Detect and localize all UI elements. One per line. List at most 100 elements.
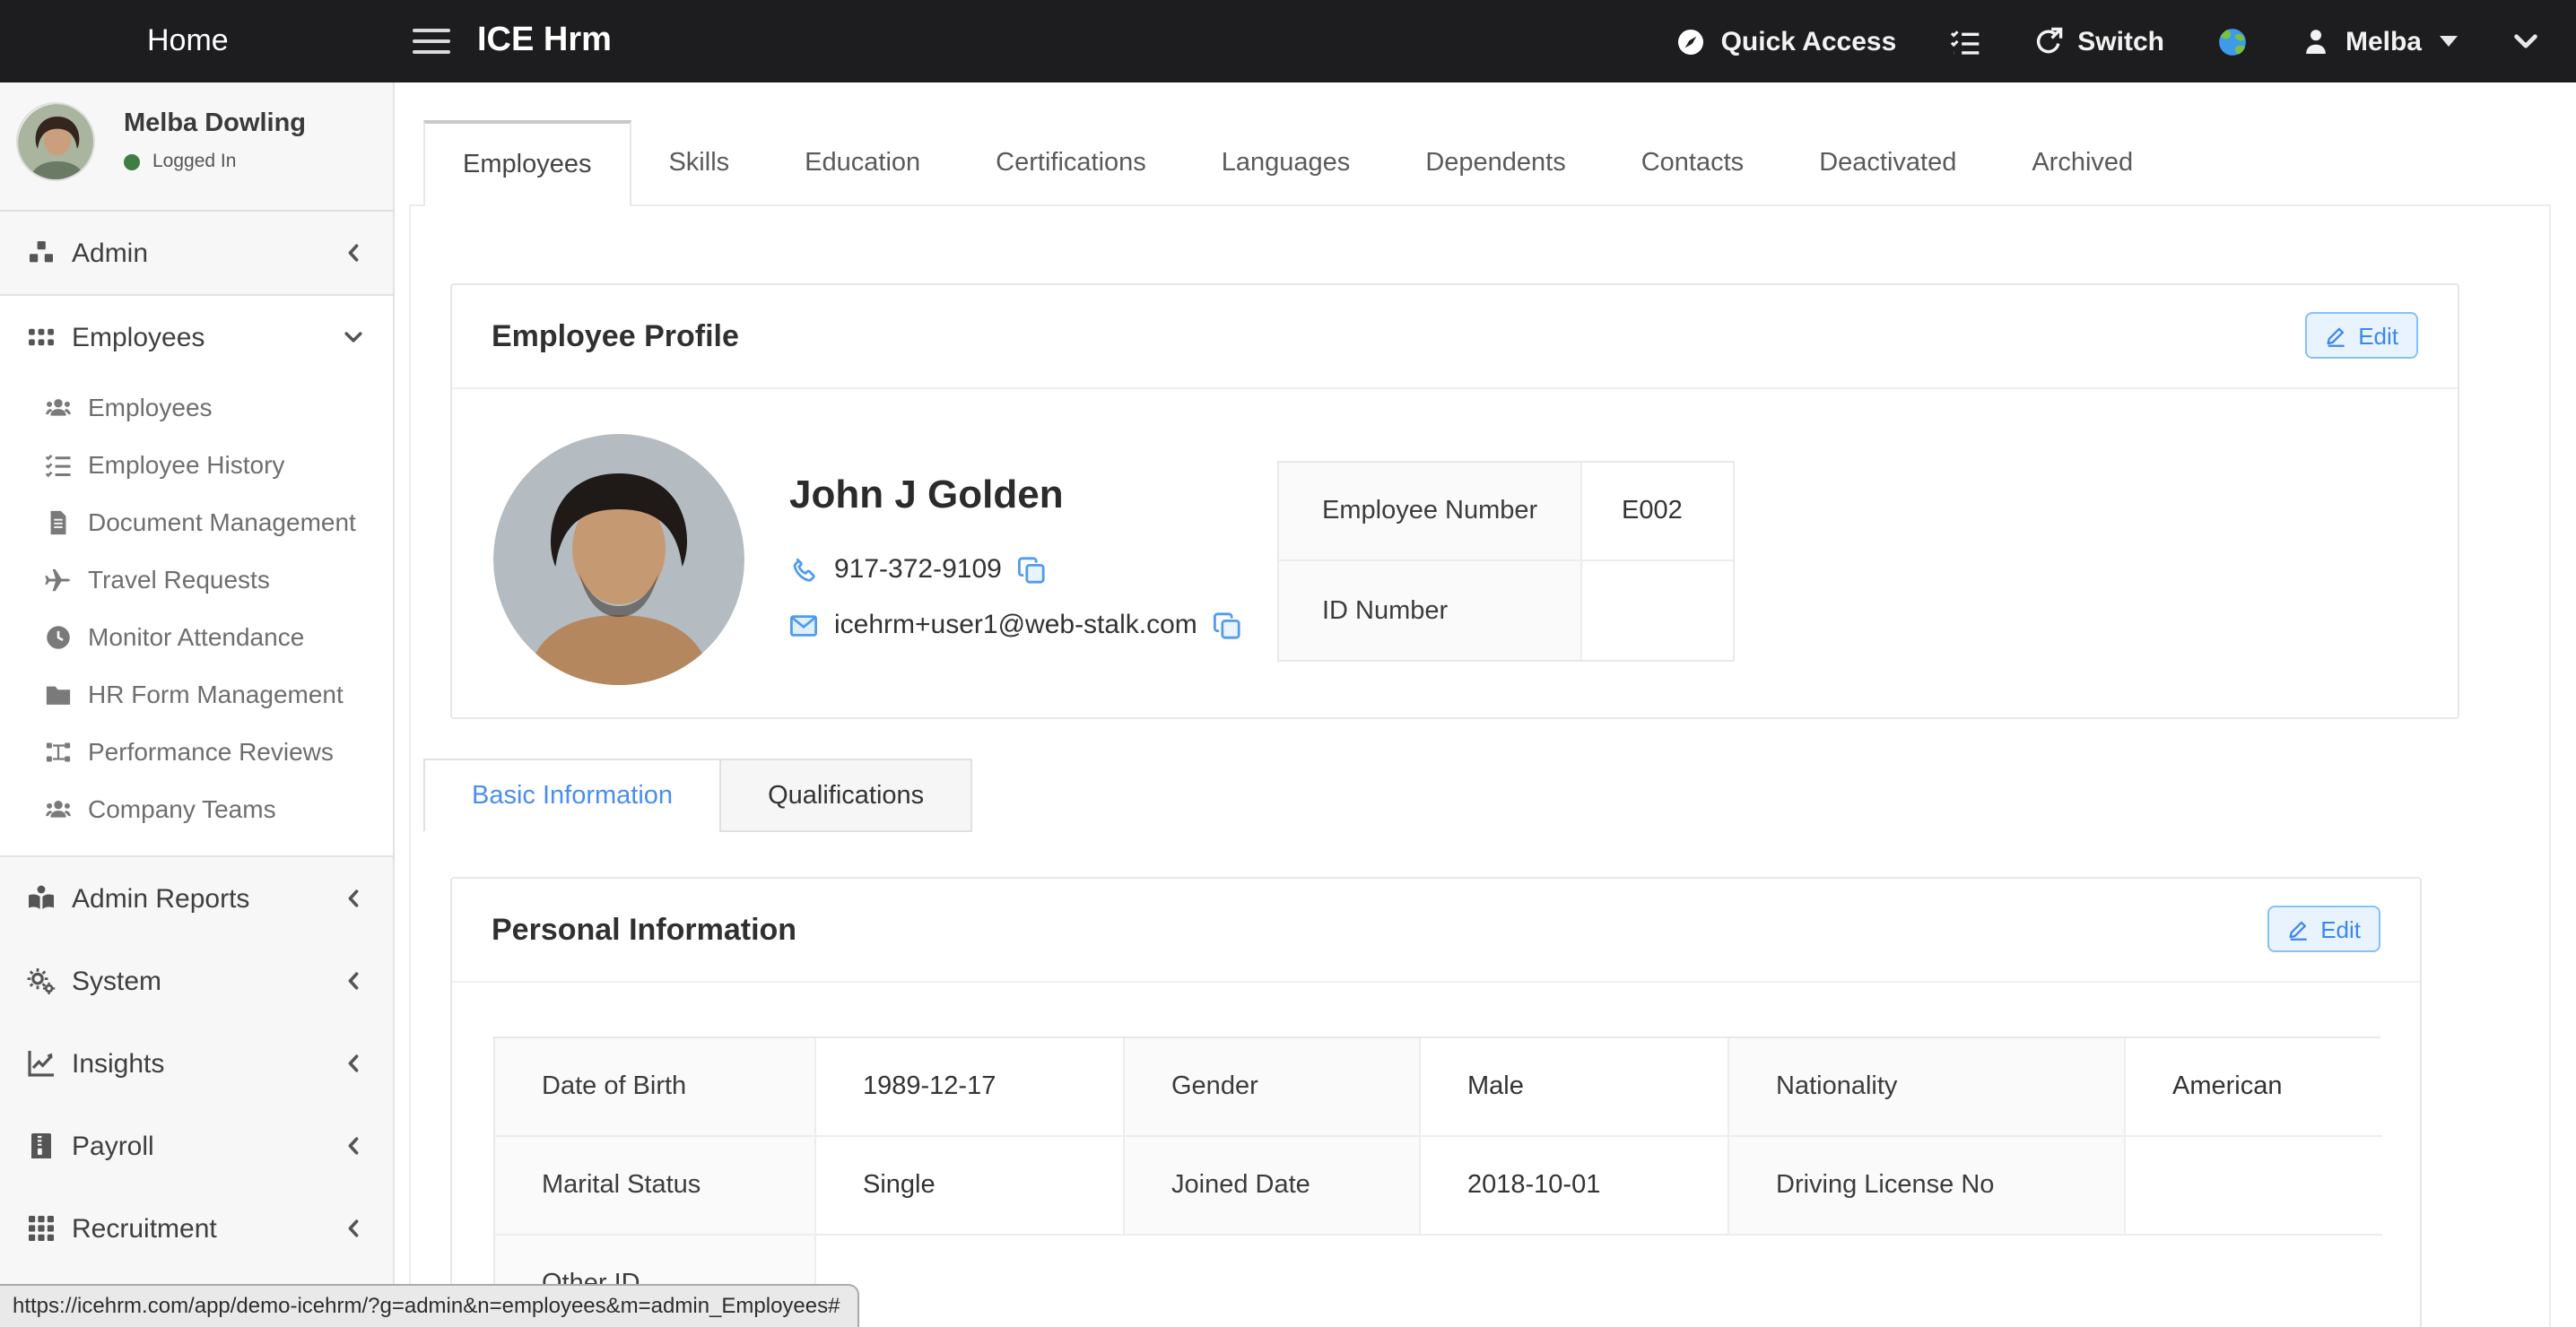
user-menu-label: Melba — [2345, 26, 2422, 56]
personal-edit-button[interactable]: Edit — [2267, 906, 2380, 952]
sidebar-group-employees: Employees Employees Employee History Doc… — [0, 294, 393, 857]
email-row: icehrm+user1@web-stalk.com — [789, 610, 1242, 640]
reports-icon — [27, 884, 56, 913]
caret-down-icon — [2440, 36, 2458, 47]
insights-chart-icon — [27, 1049, 56, 1078]
chevron-left-icon — [343, 888, 364, 909]
language-globe-button[interactable] — [2218, 26, 2249, 56]
sidebar-item-employees[interactable]: Employees — [0, 296, 393, 378]
profile-edit-button[interactable]: Edit — [2304, 312, 2418, 359]
tab-education[interactable]: Education — [767, 120, 958, 206]
pencil-icon — [2324, 324, 2347, 347]
tab-certifications[interactable]: Certifications — [958, 120, 1184, 206]
sidebar-subitem-document-management[interactable]: Document Management — [0, 493, 393, 551]
sidebar-item-label: Admin — [72, 238, 148, 268]
hamburger-menu-icon[interactable] — [413, 29, 450, 55]
icehrm-app: Home ICE Hrm Quick Access Switch Melba — [0, 0, 2576, 1327]
app-brand[interactable]: ICE Hrm — [477, 0, 612, 82]
home-link[interactable]: Home — [147, 0, 229, 82]
tab-skills[interactable]: Skills — [631, 120, 767, 206]
topbar-actions: Quick Access Switch Melba — [1676, 0, 2540, 82]
table-label: Driving License No — [1729, 1137, 2126, 1236]
employee-id-table: Employee Number E002 ID Number — [1277, 461, 1735, 662]
task-list-icon — [1950, 26, 1980, 56]
payroll-file-icon — [27, 1132, 56, 1160]
table-label: Nationality — [1729, 1038, 2126, 1137]
tab-qualifications[interactable]: Qualifications — [719, 759, 972, 832]
subitem-label: Performance Reviews — [88, 737, 334, 766]
tab-archived[interactable]: Archived — [1994, 120, 2171, 206]
clock-icon — [45, 623, 72, 650]
login-status: Logged In — [124, 151, 236, 172]
employee-profile-header: Employee Profile Edit — [452, 285, 2458, 389]
team-icon — [45, 394, 72, 421]
topbar: Home ICE Hrm Quick Access Switch Melba — [0, 0, 2576, 82]
table-value — [816, 1236, 2382, 1327]
sidebar-item-label: Employees — [72, 322, 205, 352]
table-value: 2018-10-01 — [1421, 1137, 1729, 1236]
field-value — [1582, 561, 1733, 660]
sidebar-item-label: Recruitment — [72, 1213, 217, 1244]
field-label: ID Number — [1279, 561, 1582, 660]
sidebar-item-payroll[interactable]: Payroll — [0, 1105, 393, 1187]
chevron-left-icon — [343, 1135, 364, 1157]
switch-icon — [2034, 27, 2063, 56]
chevron-left-icon — [343, 970, 364, 992]
table-value: Single — [816, 1137, 1125, 1236]
copy-email-icon[interactable] — [1214, 611, 1242, 639]
phone-value: 917-372-9109 — [834, 554, 1002, 585]
chevron-left-icon — [343, 1218, 364, 1239]
switch-label: Switch — [2077, 26, 2164, 56]
sidebar-item-label: Insights — [72, 1048, 164, 1079]
sidebar-item-admin[interactable]: Admin — [0, 212, 393, 294]
copy-phone-icon[interactable] — [1018, 555, 1047, 584]
team-icon — [45, 795, 72, 822]
personal-information-title: Personal Information — [492, 879, 796, 981]
plane-icon — [45, 566, 72, 593]
sidebar-subitem-travel-requests[interactable]: Travel Requests — [0, 551, 393, 608]
subitem-label: HR Form Management — [88, 680, 344, 708]
tasks-button[interactable] — [1950, 26, 1980, 56]
collapse-topbar-chevron-icon[interactable] — [2511, 27, 2540, 56]
tab-basic-information[interactable]: Basic Information — [423, 759, 721, 832]
phone-icon — [789, 555, 818, 584]
main-content: Employees Skills Education Certification… — [395, 82, 2576, 1327]
chevron-down-icon — [343, 326, 364, 348]
detail-tabs: Basic Information Qualifications — [423, 759, 972, 832]
user-menu[interactable]: Melba — [2302, 26, 2458, 56]
sidebar-item-recruitment[interactable]: Recruitment — [0, 1187, 393, 1270]
edit-button-label: Edit — [2358, 322, 2398, 349]
switch-user-button[interactable]: Switch — [2034, 26, 2164, 56]
sidebar-subitem-hr-form-management[interactable]: HR Form Management — [0, 665, 393, 723]
globe-icon — [2218, 26, 2249, 56]
quick-access-label: Quick Access — [1721, 26, 1897, 56]
mail-icon — [789, 611, 818, 639]
sidebar-subitem-performance-reviews[interactable]: Performance Reviews — [0, 723, 393, 780]
tab-employees[interactable]: Employees — [423, 120, 631, 206]
table-label: Joined Date — [1125, 1137, 1421, 1236]
recruitment-grid-icon — [27, 1214, 56, 1243]
sidebar-subitem-employee-history[interactable]: Employee History — [0, 436, 393, 493]
pencil-icon — [2286, 917, 2310, 941]
employee-profile-title: Employee Profile — [492, 285, 739, 387]
tab-contacts[interactable]: Contacts — [1604, 120, 1781, 206]
tab-deactivated[interactable]: Deactivated — [1781, 120, 1994, 206]
tab-languages[interactable]: Languages — [1184, 120, 1388, 206]
module-tabs: Employees Skills Education Certification… — [423, 120, 2171, 206]
sidebar-item-admin-reports[interactable]: Admin Reports — [0, 857, 393, 940]
sidebar-subitem-monitor-attendance[interactable]: Monitor Attendance — [0, 608, 393, 665]
tab-dependents[interactable]: Dependents — [1388, 120, 1603, 206]
document-icon — [45, 508, 72, 535]
user-icon — [2302, 27, 2331, 56]
field-value: E002 — [1582, 463, 1733, 561]
sidebar-subitem-employees[interactable]: Employees — [0, 378, 393, 436]
quick-access-button[interactable]: Quick Access — [1676, 26, 1897, 56]
table-value: American — [2126, 1038, 2382, 1137]
sidebar: Melba Dowling Logged In Admin Employees … — [0, 82, 395, 1327]
compass-icon — [1676, 26, 1707, 56]
sidebar-subitem-company-teams[interactable]: Company Teams — [0, 780, 393, 837]
sidebar-item-insights[interactable]: Insights — [0, 1022, 393, 1105]
avatar — [16, 102, 95, 181]
sidebar-item-system[interactable]: System — [0, 940, 393, 1022]
status-label: Logged In — [152, 151, 236, 172]
